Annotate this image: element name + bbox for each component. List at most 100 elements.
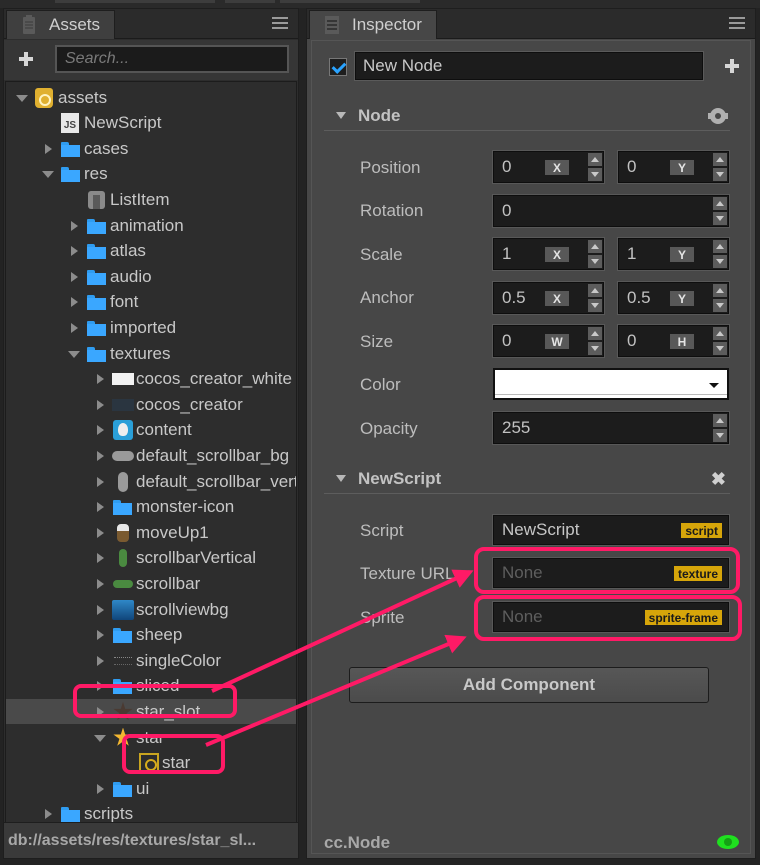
tree-item[interactable]: moveUp1 xyxy=(6,520,296,545)
folder-icon xyxy=(60,164,82,184)
tree-item[interactable]: atlas xyxy=(6,239,296,264)
collapsed-arrow-icon[interactable] xyxy=(94,604,106,616)
tree-item[interactable]: default_scrollbar_bg xyxy=(6,443,296,468)
collapsed-arrow-icon[interactable] xyxy=(68,220,80,232)
position-x-spinner[interactable] xyxy=(588,153,602,181)
remove-component-icon[interactable]: ✖ xyxy=(711,470,726,488)
collapsed-arrow-icon[interactable] xyxy=(94,552,106,564)
collapsed-arrow-icon[interactable] xyxy=(94,706,106,718)
tree-item[interactable]: assets xyxy=(6,85,296,110)
collapsed-arrow-icon[interactable] xyxy=(94,373,106,385)
script-section-header[interactable]: NewScript ✖ xyxy=(324,464,730,494)
color-picker-field[interactable] xyxy=(493,368,729,400)
tree-item[interactable]: star xyxy=(6,725,296,750)
size-w-spinner[interactable] xyxy=(588,327,602,355)
node-name-input[interactable] xyxy=(354,51,704,81)
anchor-x-field[interactable]: 0.5 X xyxy=(492,281,605,315)
tree-item[interactable]: content xyxy=(6,418,296,443)
assets-tab-icon xyxy=(23,15,35,34)
tree-item[interactable]: scrollbarVertical xyxy=(6,546,296,571)
collapsed-arrow-icon[interactable] xyxy=(94,680,106,692)
collapsed-arrow-icon[interactable] xyxy=(94,783,106,795)
tree-item[interactable]: sliced xyxy=(6,674,296,699)
tree-item[interactable]: audio xyxy=(6,264,296,289)
tree-item[interactable]: ListItem xyxy=(6,187,296,212)
collapsed-arrow-icon[interactable] xyxy=(68,296,80,308)
opacity-field[interactable]: 255 xyxy=(492,411,730,445)
node-active-checkbox[interactable] xyxy=(329,58,347,76)
expanded-arrow-icon[interactable] xyxy=(68,348,80,360)
size-w-field[interactable]: 0 W xyxy=(492,324,605,358)
scale-x-spinner[interactable] xyxy=(588,240,602,268)
collapsed-arrow-icon[interactable] xyxy=(94,578,106,590)
tree-item[interactable]: cocos_creator_white xyxy=(6,367,296,392)
tree-item[interactable]: monster-icon xyxy=(6,495,296,520)
gear-icon[interactable] xyxy=(708,108,728,124)
collapsed-arrow-icon[interactable] xyxy=(94,655,106,667)
add-property-button[interactable] xyxy=(724,58,740,74)
sprite-field[interactable]: None sprite-frame xyxy=(492,601,730,633)
size-h-field[interactable]: 0 H xyxy=(617,324,730,358)
script-field[interactable]: NewScript script xyxy=(492,514,730,546)
position-x-field[interactable]: 0 X xyxy=(492,150,605,184)
rotation-spinner[interactable] xyxy=(713,197,727,225)
scale-y-field[interactable]: 1 Y xyxy=(617,237,730,271)
collapsed-arrow-icon[interactable] xyxy=(94,424,106,436)
tree-item[interactable]: ui xyxy=(6,776,296,801)
tree-item[interactable]: font xyxy=(6,290,296,315)
position-y-spinner[interactable] xyxy=(713,153,727,181)
assets-toolbar xyxy=(4,40,298,80)
collapsed-arrow-icon[interactable] xyxy=(68,271,80,283)
tree-item[interactable]: sheep xyxy=(6,623,296,648)
tree-item[interactable]: scripts xyxy=(6,802,296,822)
tab-assets-label: Assets xyxy=(49,15,101,34)
opacity-spinner[interactable] xyxy=(713,414,727,442)
eye-icon[interactable] xyxy=(717,835,739,849)
collapsed-arrow-icon[interactable] xyxy=(94,399,106,411)
assets-menu-icon[interactable] xyxy=(272,17,288,30)
collapsed-arrow-icon[interactable] xyxy=(68,245,80,257)
scale-x-field[interactable]: 1 X xyxy=(492,237,605,271)
tree-item[interactable]: JS NewScript xyxy=(6,111,296,136)
collapsed-arrow-icon[interactable] xyxy=(94,501,106,513)
size-h-spinner[interactable] xyxy=(713,327,727,355)
collapsed-arrow-icon[interactable] xyxy=(42,808,54,820)
tree-item[interactable]: cases xyxy=(6,136,296,161)
tree-item[interactable]: star xyxy=(6,751,296,776)
anchor-x-spinner[interactable] xyxy=(588,284,602,312)
add-component-button[interactable]: Add Component xyxy=(349,667,709,703)
collapsed-arrow-icon[interactable] xyxy=(94,450,106,462)
database-icon xyxy=(34,87,56,108)
anchor-y-spinner[interactable] xyxy=(713,284,727,312)
collapsed-arrow-icon[interactable] xyxy=(94,476,106,488)
tree-item[interactable]: default_scrollbar_vertical xyxy=(6,469,296,494)
collapsed-arrow-icon[interactable] xyxy=(94,527,106,539)
assets-search-input[interactable] xyxy=(55,45,289,73)
expanded-arrow-icon[interactable] xyxy=(94,732,106,744)
tree-item[interactable]: star_slot xyxy=(6,699,296,725)
anchor-y-field[interactable]: 0.5 Y xyxy=(617,281,730,315)
tree-item[interactable]: cocos_creator xyxy=(6,392,296,417)
tree-item[interactable]: singleColor xyxy=(6,648,296,673)
tree-item[interactable]: scrollviewbg xyxy=(6,597,296,622)
expanded-arrow-icon[interactable] xyxy=(16,92,28,104)
texture-url-field[interactable]: None texture xyxy=(492,557,730,589)
position-y-field[interactable]: 0 Y xyxy=(617,150,730,184)
tree-item[interactable]: res xyxy=(6,162,296,187)
collapsed-arrow-icon[interactable] xyxy=(94,629,106,641)
folder-icon xyxy=(112,625,134,645)
tree-item[interactable]: textures xyxy=(6,341,296,366)
rotation-field[interactable]: 0 xyxy=(492,194,730,228)
tree-item[interactable]: imported xyxy=(6,315,296,340)
scale-y-spinner[interactable] xyxy=(713,240,727,268)
create-asset-button[interactable] xyxy=(18,51,34,67)
tree-item[interactable]: scrollbar xyxy=(6,571,296,596)
collapsed-arrow-icon[interactable] xyxy=(68,322,80,334)
tree-item[interactable]: animation xyxy=(6,213,296,238)
collapsed-arrow-icon[interactable] xyxy=(42,143,54,155)
inspector-menu-icon[interactable] xyxy=(729,17,745,30)
tab-assets[interactable]: Assets xyxy=(6,10,116,39)
node-section-header[interactable]: Node xyxy=(324,101,730,131)
tab-inspector[interactable]: Inspector xyxy=(309,10,437,39)
expanded-arrow-icon[interactable] xyxy=(42,168,54,180)
